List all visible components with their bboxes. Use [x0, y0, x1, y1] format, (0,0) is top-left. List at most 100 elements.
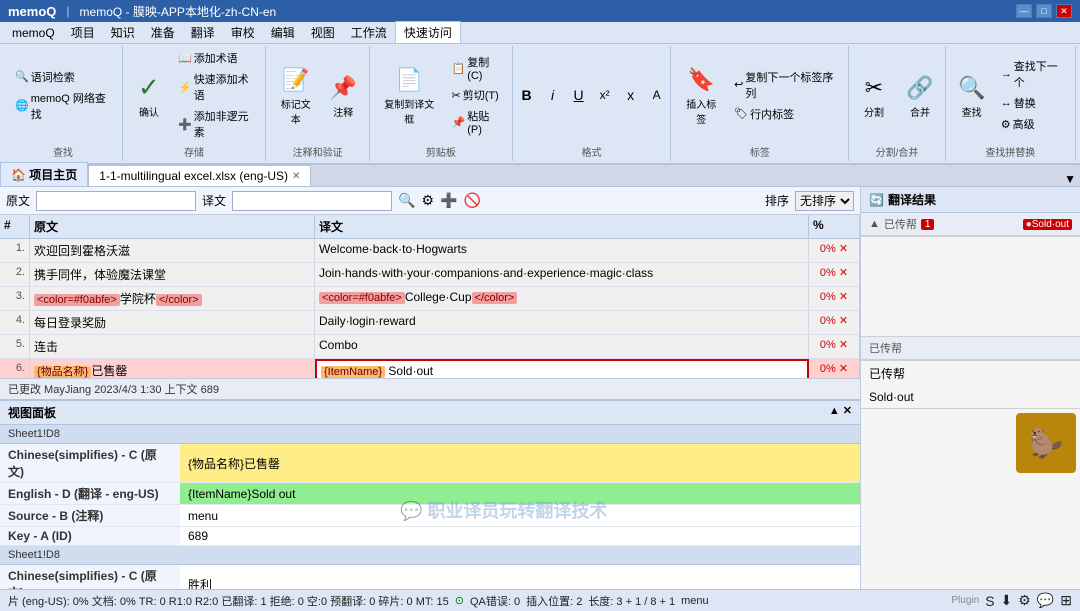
row-tgt[interactable]: {ItemName} Sold·out: [315, 359, 809, 378]
btn-sub[interactable]: A: [645, 85, 669, 105]
ribbon-group-clipboard-content: 📄 复制到译文框 📋 复制(C) ✂ 剪切(T) 📌 粘贴(P): [376, 48, 506, 142]
sheet-header-2: Sheet1!D8: [0, 546, 860, 565]
btn-insert-tag[interactable]: 🔖 插入标签: [677, 61, 725, 129]
btn-copy-c[interactable]: 📋 复制(C): [447, 52, 506, 84]
menu-translate[interactable]: 翻译: [183, 22, 223, 43]
btn-term-search[interactable]: 🔍 语词检索: [10, 67, 116, 87]
btn-copy-next-tag[interactable]: ↩ 复制下一个标签序列: [729, 67, 842, 103]
btn-copy[interactable]: 📄 复制到译文框: [376, 61, 442, 129]
chat-icon[interactable]: 💬: [1037, 592, 1054, 609]
quick-add-icon: ⚡: [178, 81, 192, 94]
btn-add-nonbreak[interactable]: ➕ 添加非逻元素: [173, 106, 259, 142]
group-label-tags: 标签: [750, 142, 770, 159]
btn-x[interactable]: x: [619, 84, 643, 106]
btn-mark-text[interactable]: 📝 标记文本: [272, 61, 319, 129]
btn-inline-tag[interactable]: 🏷 行内标签: [729, 104, 842, 124]
detail-label: Key - A (ID): [0, 527, 180, 546]
btn-bold[interactable]: B: [515, 84, 539, 106]
table-row[interactable]: 4. 每日登录奖励 Daily·login·reward 0% ✕: [0, 311, 859, 335]
detail-panel-header: 视图面板 ▲ ✕: [0, 401, 860, 425]
settings-icon-bottom[interactable]: ⚙: [1018, 592, 1031, 609]
row-num: 3.: [0, 287, 30, 310]
btn-super[interactable]: x²: [593, 85, 617, 105]
tgt-search-input[interactable]: [232, 191, 392, 211]
grid-icon[interactable]: ⊞: [1060, 592, 1072, 609]
btn-merge[interactable]: 🔗 合并: [899, 69, 941, 122]
menu-quickaccess[interactable]: 快速访问: [395, 21, 461, 44]
split-label: 分割: [864, 104, 884, 119]
sort-select[interactable]: 无排序: [795, 191, 854, 211]
table-row[interactable]: 1. 欢迎回到霍格沃滋 Welcome·back·to·Hogwarts 0% …: [0, 239, 859, 263]
add-filter-icon[interactable]: ➕: [440, 192, 457, 209]
row-tgt[interactable]: Welcome·back·to·Hogwarts: [315, 239, 809, 262]
btn-split[interactable]: ✂ 分割: [853, 69, 895, 122]
row-num: 5.: [0, 335, 30, 358]
menu-project[interactable]: 项目: [63, 22, 103, 43]
expand-icon[interactable]: ▼: [1064, 172, 1076, 186]
row-src[interactable]: {物品名称}已售罄: [30, 359, 315, 378]
group-label-store: 存储: [184, 142, 204, 159]
row-src[interactable]: 携手同伴，体验魔法课堂: [30, 263, 315, 286]
window-controls[interactable]: — □ ✕: [1016, 4, 1072, 18]
close-tab-icon[interactable]: ✕: [292, 171, 300, 182]
btn-add-term[interactable]: 📖 添加术语: [173, 48, 259, 68]
menu-view[interactable]: 视图: [303, 22, 343, 43]
tab-document[interactable]: 1-1-multilingual excel.xlsx (eng-US) ✕: [88, 165, 311, 186]
download-icon[interactable]: ⬇: [1001, 592, 1013, 609]
table-row[interactable]: 2. 携手同伴，体验魔法课堂 Join·hands·with·your·comp…: [0, 263, 859, 287]
row-tgt[interactable]: Daily·login·reward: [315, 311, 809, 334]
row-pct: 0% ✕: [809, 263, 859, 286]
search-go-icon[interactable]: 🔍: [398, 192, 415, 209]
detail-row: Chinese(simplifies) - C (原文) 胜利: [0, 565, 860, 589]
tr-section-2-content: 已传帮: [861, 361, 1080, 386]
row-src[interactable]: 连击: [30, 335, 315, 358]
btn-underline[interactable]: U: [567, 84, 591, 106]
sogou-icon[interactable]: S: [985, 593, 994, 609]
menu-workflow[interactable]: 工作流: [343, 22, 395, 43]
row-tgt[interactable]: <color=#f0abfe>College·Cup</color>: [315, 287, 809, 310]
table-row[interactable]: 5. 连击 Combo 0% ✕: [0, 335, 859, 359]
close-button[interactable]: ✕: [1056, 4, 1072, 18]
add-term-icon: 📖: [178, 52, 192, 65]
row-src[interactable]: 每日登录奖励: [30, 311, 315, 334]
copy-icon: 📄: [393, 64, 425, 96]
cut-icon: ✂: [452, 89, 461, 102]
btn-paste[interactable]: 📌 粘贴(P): [447, 106, 506, 138]
search-label: 查找: [962, 104, 982, 119]
tab-project-home[interactable]: 🏠 项目主页: [0, 162, 88, 186]
btn-quick-add-term[interactable]: ⚡ 快速添加术语: [173, 69, 259, 105]
row-tgt[interactable]: Combo: [315, 335, 809, 358]
btn-advanced[interactable]: ⚙ 高级: [996, 114, 1069, 134]
detail-value: 胜利: [180, 565, 860, 589]
menu-edit[interactable]: 编辑: [263, 22, 303, 43]
menu-memoq[interactable]: memoQ: [4, 24, 63, 42]
maximize-button[interactable]: □: [1036, 4, 1052, 18]
minimize-button[interactable]: —: [1016, 4, 1032, 18]
advanced-icon: ⚙: [1001, 118, 1011, 131]
row-tgt[interactable]: Join·hands·with·your·companions·and·expe…: [315, 263, 809, 286]
row-src[interactable]: 欢迎回到霍格沃滋: [30, 239, 315, 262]
menu-review[interactable]: 审校: [223, 22, 263, 43]
table-row[interactable]: 3. <color=#f0abfe>学院杯</color> <color=#f0…: [0, 287, 859, 311]
settings-icon[interactable]: ⚙: [421, 192, 434, 209]
detail-value: 689: [180, 527, 860, 546]
detail-panel-controls[interactable]: ▲ ✕: [829, 404, 852, 421]
menu-knowledge[interactable]: 知识: [103, 22, 143, 43]
btn-find-next[interactable]: → 查找下一个: [996, 56, 1069, 92]
scroll-area[interactable]: [861, 237, 1080, 337]
src-search-input[interactable]: [36, 191, 196, 211]
ribbon-group-format-content: B i U x² x A: [515, 48, 669, 142]
btn-italic[interactable]: i: [541, 84, 565, 106]
clear-filter-icon[interactable]: 🚫: [463, 192, 480, 209]
row-src[interactable]: <color=#f0abfe>学院杯</color>: [30, 287, 315, 310]
btn-cut[interactable]: ✂ 剪切(T): [447, 85, 506, 105]
menu-prepare[interactable]: 准备: [143, 22, 183, 43]
btn-comment[interactable]: 📌 注释: [323, 69, 363, 122]
btn-confirm[interactable]: ✓ 确认: [129, 69, 169, 122]
btn-search[interactable]: 🔍 查找: [952, 69, 992, 122]
btn-replace[interactable]: ↔ 替换: [996, 93, 1069, 113]
section-scroll-up[interactable]: ▲: [869, 218, 880, 230]
paste-label: 粘贴(P): [467, 108, 501, 136]
btn-memoq-web[interactable]: 🌐 memoQ 网络查找: [10, 88, 116, 124]
table-row[interactable]: 6. {物品名称}已售罄 {ItemName} Sold·out 0% ✕: [0, 359, 859, 378]
